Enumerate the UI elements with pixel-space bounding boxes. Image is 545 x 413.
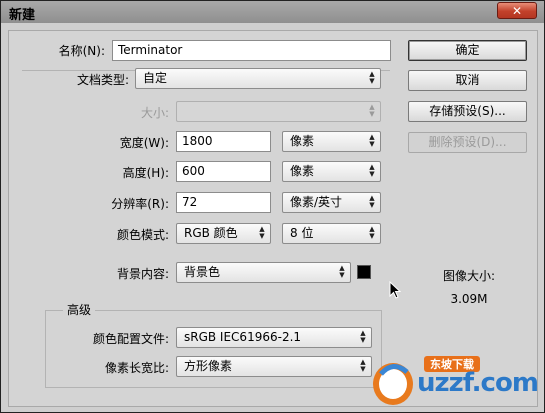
updown-arrows-icon: ▲ ▼: [369, 133, 375, 148]
resolution-unit-select[interactable]: 像素/英寸 ▲ ▼: [282, 192, 381, 213]
updown-arrows-icon: ▲ ▼: [369, 194, 375, 209]
dialog-title: 新建: [9, 8, 36, 23]
doc-type-value: 自定: [143, 71, 168, 85]
pixel-aspect-label: 像素长宽比:: [104, 361, 169, 375]
watermark-logo-icon: [373, 363, 413, 405]
updown-arrows-icon: ▲ ▼: [369, 103, 375, 118]
mouse-pointer-icon: [389, 281, 401, 299]
updown-arrows-icon: ▲ ▼: [369, 163, 375, 178]
size-select: ▲ ▼: [176, 101, 381, 122]
close-button[interactable]: ✕: [497, 2, 537, 19]
bit-depth-value: 8 位: [290, 226, 314, 240]
size-label: 大小:: [140, 106, 169, 120]
background-value: 背景色: [184, 265, 221, 279]
save-preset-button[interactable]: 存储预设(S)...: [408, 101, 527, 122]
background-select[interactable]: 背景色 ▲ ▼: [176, 262, 351, 283]
pixel-aspect-select[interactable]: 方形像素 ▲ ▼: [176, 356, 372, 377]
image-size-label: 图像大小:: [442, 269, 496, 283]
height-label: 高度(H):: [122, 166, 169, 180]
doc-type-label: 文档类型:: [76, 73, 129, 87]
cancel-button[interactable]: 取消: [408, 70, 527, 91]
color-mode-label: 颜色模式:: [116, 228, 169, 242]
updown-arrows-icon: ▲ ▼: [360, 329, 366, 344]
name-input[interactable]: Terminator: [112, 40, 391, 61]
name-label: 名称(N):: [58, 44, 105, 58]
height-unit-value: 像素: [290, 164, 315, 178]
advanced-title: 高级: [63, 301, 96, 318]
updown-arrows-icon: ▲ ▼: [369, 70, 375, 85]
site-watermark: 东坡下载 uzzf.com: [369, 354, 541, 410]
doc-type-select[interactable]: 自定 ▲ ▼: [135, 68, 381, 89]
resolution-label: 分辨率(R):: [111, 197, 169, 211]
updown-arrows-icon: ▲ ▼: [339, 264, 345, 279]
bit-depth-select[interactable]: 8 位 ▲ ▼: [282, 223, 381, 244]
title-bar[interactable]: 新建 ✕: [1, 1, 544, 23]
background-color-swatch[interactable]: [357, 265, 371, 279]
height-unit-select[interactable]: 像素 ▲ ▼: [282, 161, 381, 182]
new-document-dialog: 新建 ✕ 名称(N): Terminator 确定 取消 存储预设(S)... …: [0, 0, 545, 413]
updown-arrows-icon: ▲ ▼: [259, 225, 265, 240]
ok-button[interactable]: 确定: [408, 40, 527, 61]
watermark-text: uzzf.com: [417, 368, 539, 398]
updown-arrows-icon: ▲ ▼: [360, 358, 366, 373]
pixel-aspect-value: 方形像素: [184, 359, 233, 373]
width-unit-select[interactable]: 像素 ▲ ▼: [282, 131, 381, 152]
color-mode-select[interactable]: RGB 颜色 ▲ ▼: [176, 223, 271, 244]
color-profile-select[interactable]: sRGB IEC61966-2.1 ▲ ▼: [176, 327, 372, 348]
height-input[interactable]: 600: [176, 161, 271, 182]
image-size-value: 3.09M: [450, 292, 488, 306]
resolution-input[interactable]: 72: [176, 192, 271, 213]
width-input[interactable]: 1800: [176, 131, 271, 152]
width-unit-value: 像素: [290, 134, 315, 148]
color-profile-label: 颜色配置文件:: [92, 332, 169, 346]
width-label: 宽度(W):: [119, 136, 169, 150]
background-label: 背景内容:: [116, 267, 169, 281]
updown-arrows-icon: ▲ ▼: [369, 225, 375, 240]
resolution-unit-value: 像素/英寸: [290, 195, 343, 209]
delete-preset-button: 删除预设(D)...: [408, 132, 527, 153]
color-profile-value: sRGB IEC61966-2.1: [184, 330, 302, 344]
color-mode-value: RGB 颜色: [184, 226, 238, 240]
